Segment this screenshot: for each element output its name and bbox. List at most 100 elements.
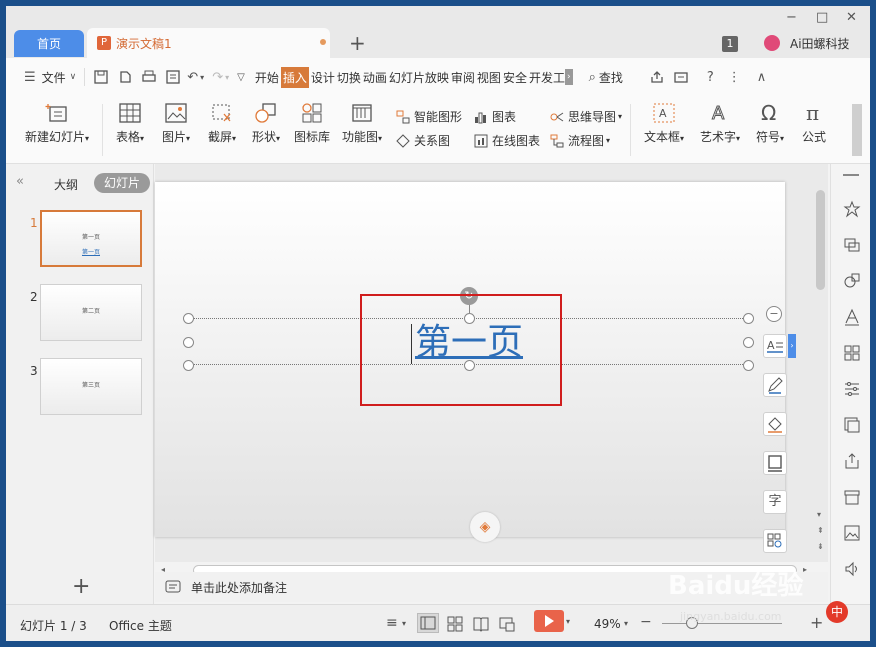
wps-logo-icon[interactable]: ◈ xyxy=(470,512,500,542)
new-slide-button[interactable]: 新建幻灯片▾ xyxy=(20,102,94,145)
undo-icon[interactable]: ↶ xyxy=(187,70,198,85)
layout-grid-icon[interactable] xyxy=(843,344,861,362)
symbol-button[interactable]: Ω 符号▾ xyxy=(750,102,790,145)
switch-icon[interactable] xyxy=(843,236,861,254)
more-tools-button[interactable] xyxy=(763,529,787,553)
tab-outline[interactable]: 大纲 xyxy=(54,176,78,193)
fill-button[interactable] xyxy=(763,412,787,436)
add-tab-button[interactable]: + xyxy=(349,33,366,53)
menu-tab-insert[interactable]: 插入 xyxy=(280,66,309,88)
expand-tools-icon[interactable]: › xyxy=(788,334,796,358)
icon-library-button[interactable]: 图标库 xyxy=(292,102,332,145)
relation-map-button[interactable]: 关系图 xyxy=(396,132,450,149)
search-button[interactable]: 查找 xyxy=(599,69,623,86)
flowchart-button[interactable]: 流程图 ▾ xyxy=(550,132,610,149)
chevron-down-icon[interactable]: ∨ xyxy=(70,72,77,82)
ime-indicator[interactable]: 中 xyxy=(826,601,848,623)
print-icon[interactable] xyxy=(141,69,157,85)
screenshot-button[interactable]: 截屏▾ xyxy=(202,102,242,145)
slide-thumbnail-2[interactable]: 第二页 xyxy=(40,284,142,341)
redo-dropdown-icon[interactable]: ▾ xyxy=(225,73,229,82)
presenter-view-icon[interactable] xyxy=(498,615,516,633)
save-icon[interactable] xyxy=(93,69,109,85)
resize-handle[interactable] xyxy=(183,360,194,371)
menu-tab-slideshow[interactable]: 幻灯片放映 xyxy=(389,69,449,86)
art-text-button[interactable]: A 艺术字▾ xyxy=(694,102,746,145)
minimize-button[interactable]: − xyxy=(786,10,797,25)
customize-toolbar-icon[interactable]: ▽ xyxy=(237,72,245,83)
share-icon[interactable] xyxy=(649,69,665,85)
notes-toggle-icon[interactable]: ≡ xyxy=(386,615,398,631)
undo-dropdown-icon[interactable]: ▾ xyxy=(200,73,204,82)
collapse-ribbon-icon[interactable]: ∧ xyxy=(757,70,767,85)
shapes-icon[interactable] xyxy=(843,272,861,290)
chevron-down-icon[interactable]: ▾ xyxy=(624,619,628,628)
resize-handle[interactable] xyxy=(183,337,194,348)
menu-file[interactable]: 文件 xyxy=(42,69,66,86)
play-slideshow-button[interactable] xyxy=(534,610,564,632)
vertical-scrollbar[interactable] xyxy=(816,190,825,290)
collapse-tools-icon[interactable]: − xyxy=(766,306,782,322)
scroll-right-icon[interactable]: › xyxy=(564,69,573,85)
menu-tab-view[interactable]: 视图 xyxy=(477,69,501,86)
tab-document[interactable]: P 演示文稿1 xyxy=(87,28,330,58)
maximize-button[interactable]: □ xyxy=(816,10,828,25)
help-icon[interactable]: ? xyxy=(707,70,714,85)
settings-sliders-icon[interactable] xyxy=(843,380,861,398)
preview-icon[interactable] xyxy=(165,69,181,85)
image-gallery-icon[interactable] xyxy=(843,416,861,434)
next-slide-icon[interactable]: ⇟ xyxy=(817,542,824,551)
chevron-down-icon[interactable]: ▾ xyxy=(566,617,570,626)
drag-handle-icon[interactable] xyxy=(843,174,859,176)
picture-button[interactable]: 图片▾ xyxy=(156,102,196,145)
search-icon[interactable]: ⌕ xyxy=(589,70,596,85)
text-effect-icon[interactable] xyxy=(843,308,861,326)
scroll-down-icon[interactable]: ▾ xyxy=(817,510,821,519)
menu-tab-developer[interactable]: 开发工 xyxy=(529,69,565,86)
text-style-button[interactable]: A xyxy=(763,334,787,358)
textbox-button[interactable]: A 文本框▾ xyxy=(638,102,690,145)
hamburger-icon[interactable]: ☰ xyxy=(24,70,36,85)
normal-view-button[interactable] xyxy=(417,613,439,633)
collapse-panel-icon[interactable]: « xyxy=(16,174,24,189)
star-icon[interactable] xyxy=(843,200,861,218)
pen-button[interactable] xyxy=(763,373,787,397)
add-slide-button[interactable]: + xyxy=(72,574,90,599)
menu-tab-design[interactable]: 设计 xyxy=(311,69,335,86)
user-name[interactable]: Ai田螺科技 xyxy=(790,35,850,52)
export-share-icon[interactable] xyxy=(843,452,861,470)
window-count-badge[interactable]: 1 xyxy=(722,36,738,52)
picture-icon[interactable] xyxy=(843,524,861,542)
slide[interactable]: 第一页 ↻ ◈ xyxy=(155,182,785,542)
close-button[interactable]: ✕ xyxy=(846,10,857,25)
tab-home[interactable]: 首页 xyxy=(14,30,84,57)
chevron-down-icon[interactable]: ▾ xyxy=(402,619,406,628)
mind-map-button[interactable]: 思维导图 ▾ xyxy=(550,108,622,125)
more-icon[interactable]: ⋮ xyxy=(728,70,741,85)
theme-name[interactable]: Office 主题 xyxy=(109,617,172,634)
menu-tab-transition[interactable]: 切换 xyxy=(337,69,361,86)
redo-icon[interactable]: ↷ xyxy=(212,70,223,85)
resize-handle[interactable] xyxy=(743,313,754,324)
menu-tab-animation[interactable]: 动画 xyxy=(363,69,387,86)
zoom-level[interactable]: 49% xyxy=(594,617,621,631)
archive-icon[interactable] xyxy=(843,488,861,506)
avatar[interactable] xyxy=(764,35,780,51)
chart-button[interactable]: 图表 xyxy=(474,108,516,125)
smart-graphic-button[interactable]: 智能图形 xyxy=(396,108,462,125)
menu-tab-security[interactable]: 安全 xyxy=(503,69,527,86)
slide-thumbnail-1[interactable]: 第一页 第一页 xyxy=(40,210,142,267)
border-button[interactable] xyxy=(763,451,787,475)
slide-thumbnail-3[interactable]: 第三页 xyxy=(40,358,142,415)
ribbon-scrollbar[interactable] xyxy=(852,104,862,156)
resize-handle[interactable] xyxy=(743,337,754,348)
menu-tab-review[interactable]: 审阅 xyxy=(451,69,475,86)
resize-handle[interactable] xyxy=(743,360,754,371)
collaborate-icon[interactable] xyxy=(673,69,689,85)
resize-handle[interactable] xyxy=(183,313,194,324)
reading-view-icon[interactable] xyxy=(472,615,490,633)
table-button[interactable]: 表格▾ xyxy=(110,102,150,145)
shape-button[interactable]: 形状▾ xyxy=(246,102,286,145)
formula-button[interactable]: π 公式 xyxy=(796,102,832,145)
prev-slide-icon[interactable]: ⇞ xyxy=(817,526,824,535)
